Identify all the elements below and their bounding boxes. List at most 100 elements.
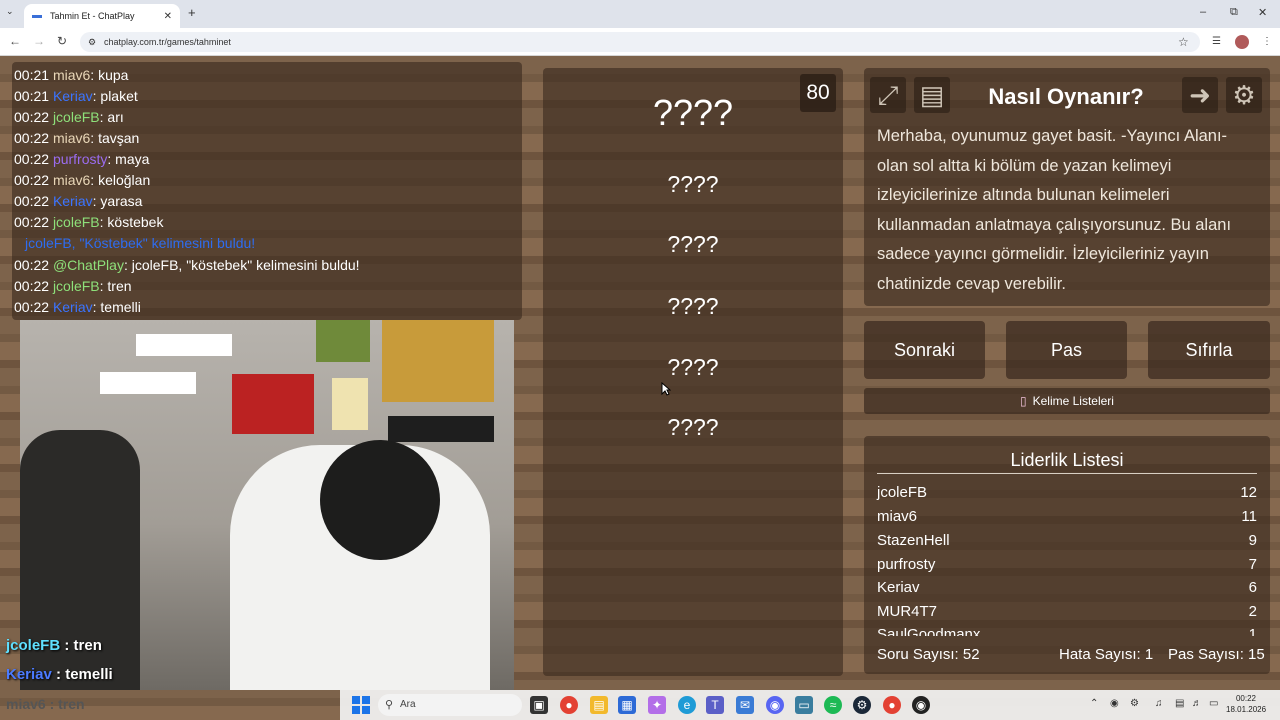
howto-text: Merhaba, oyunumuz gayet basit. -Yayıncı …	[877, 127, 1232, 293]
leaderboard-row: Keriav 6	[877, 579, 1257, 596]
forbidden-word: ????	[667, 293, 719, 319]
battery-icon[interactable]: ▭	[1209, 698, 1218, 709]
back-icon[interactable]: ←	[9, 35, 21, 47]
settings-gear-icon[interactable]: ⚙	[1226, 77, 1262, 113]
chrome-icon[interactable]: ●	[560, 696, 578, 714]
error-count: Hata Sayısı: 1	[1059, 646, 1154, 663]
word-lists-label: Kelime Listeleri	[1032, 394, 1114, 408]
forward-icon[interactable]: →	[33, 35, 45, 47]
forbidden-word: ????	[667, 354, 719, 380]
leaderboard-list: jcoleFB 12 miav6 11 StazenHell 9 purfrosty 7…	[864, 480, 1270, 636]
url-text: chatplay.com.tr/games/tahminet	[104, 37, 231, 47]
mouse-cursor-icon	[661, 382, 671, 396]
chrome-active-icon[interactable]: ●	[883, 696, 901, 714]
taskbar-clock[interactable]: 00:22 18.01.2026	[1226, 693, 1266, 715]
exit-icon[interactable]: ➜	[1182, 77, 1218, 113]
forbidden-word: ????	[667, 231, 719, 257]
chat-message: 00:22 Keriav: temelli	[14, 299, 141, 315]
notes-icon[interactable]: ▤	[914, 77, 950, 113]
leaderboard-divider	[877, 473, 1257, 474]
start-windows-icon[interactable]	[352, 696, 370, 714]
bookmark-star-icon[interactable]: ☆	[1178, 35, 1189, 49]
fullscreen-icon[interactable]: ⤢	[870, 77, 906, 113]
site-info-icon[interactable]: ⚙	[88, 32, 96, 52]
chat-message: 00:22 jcoleFB: arı	[14, 109, 124, 125]
chat-message: 00:21 miav6: kupa	[14, 67, 129, 83]
chat-message: 00:22 @ChatPlay: jcoleFB, "köstebek" kel…	[14, 257, 360, 273]
chat-message: 00:22 miav6: tavşan	[14, 130, 140, 146]
file-explorer-icon[interactable]: ▤	[590, 696, 608, 714]
secret-word: ????	[652, 92, 734, 133]
task-view-icon[interactable]: ▣	[530, 696, 548, 714]
close-tab-icon[interactable]: ✕	[164, 11, 172, 22]
volume-icon[interactable]: ♬	[1192, 698, 1202, 709]
webcam-poster	[382, 320, 494, 402]
pass-button[interactable]: Pas	[1006, 321, 1127, 379]
howto-title: Nasıl Oynanır?	[988, 84, 1144, 109]
maximize-icon[interactable]: ⧉	[1230, 6, 1238, 19]
chat-message: 00:22 purfrosty: maya	[14, 151, 150, 167]
outlook-icon[interactable]: ✉	[736, 696, 754, 714]
store-icon[interactable]: ▦	[618, 696, 636, 714]
webcam-feed	[20, 320, 514, 690]
teams-icon[interactable]: T	[706, 696, 724, 714]
tray-chevron-icon[interactable]: ⌃	[1090, 698, 1098, 709]
question-count: Soru Sayısı: 52	[877, 646, 980, 663]
pass-count: Pas Sayısı: 15	[1168, 646, 1265, 663]
chat-system-message: jcoleFB, "Köstebek" kelimesini buldu!	[25, 235, 256, 251]
search-icon: ⚲	[385, 699, 394, 711]
leaderboard-row: miav6 11	[877, 508, 1257, 525]
forbidden-word: ????	[667, 414, 719, 440]
reload-icon[interactable]: ↻	[57, 35, 67, 47]
discord-icon[interactable]: ◉	[766, 696, 784, 714]
taskbar-search[interactable]: ⚲ Ara	[378, 694, 522, 716]
reset-button[interactable]: Sıfırla	[1148, 321, 1270, 379]
webcam-chat-overlay: miav6 : tren	[6, 696, 85, 712]
edge-icon[interactable]: e	[678, 696, 696, 714]
address-bar-row: ← → ↻ ⚙ chatplay.com.tr/games/tahminet ☆…	[0, 28, 1280, 56]
chatplay-favicon-icon: ▬	[32, 10, 42, 21]
spotify-icon[interactable]: ≈	[824, 696, 842, 714]
tab-search-icon[interactable]: ⌄	[6, 6, 14, 17]
webcam-chat-overlay: Keriav : temelli	[6, 666, 113, 683]
chat-message: 00:22 Keriav: yarasa	[14, 193, 143, 209]
webcam-poster	[232, 374, 314, 434]
next-button[interactable]: Sonraki	[864, 321, 985, 379]
leaderboard-row: purfrosty 7	[877, 556, 1257, 573]
tab-title: Tahmin Et - ChatPlay	[50, 11, 135, 21]
menu-dots-icon[interactable]: ⋮	[1262, 36, 1272, 47]
minimize-icon[interactable]: –	[1200, 6, 1206, 18]
word-lists-button[interactable]: ▯ Kelime Listeleri	[864, 388, 1270, 414]
leaderboard-row: StazenHell 9	[877, 532, 1257, 549]
steam-icon[interactable]: ⚙	[853, 696, 871, 714]
desktop-app-icon[interactable]: ▭	[795, 696, 813, 714]
forbidden-word: ????	[667, 171, 719, 197]
leaderboard-row: MUR4T7 2	[877, 603, 1257, 620]
copilot-icon[interactable]: ✦	[648, 696, 666, 714]
list-icon: ▯	[1020, 394, 1027, 408]
tray-app-icon[interactable]: ◉	[1110, 698, 1119, 709]
webcam-poster	[100, 372, 196, 394]
clock-time: 00:22	[1235, 694, 1257, 703]
microphone-icon[interactable]: ♫	[1155, 698, 1163, 709]
webcam-chat-overlay: jcoleFB : tren	[6, 637, 102, 654]
extensions-icon[interactable]: ☰	[1212, 36, 1221, 47]
tray-steam-icon[interactable]: ⚙	[1130, 698, 1139, 709]
webcam-poster	[136, 334, 232, 356]
leaderboard-title: Liderlik Listesi	[1010, 450, 1124, 470]
chat-message: 00:21 Keriav: plaket	[14, 88, 138, 104]
chat-message: 00:22 miav6: keloğlan	[14, 172, 151, 188]
webcam-poster	[332, 378, 368, 430]
browser-tab[interactable]: ▬ Tahmin Et - ChatPlay ✕	[24, 4, 180, 28]
close-window-icon[interactable]: ✕	[1258, 6, 1267, 19]
tab-bar: ⌄ ▬ Tahmin Et - ChatPlay ✕ + – ⧉ ✕	[0, 0, 1280, 28]
network-icon[interactable]: ▤	[1175, 698, 1184, 709]
chat-message: 00:22 jcoleFB: tren	[14, 278, 132, 294]
new-tab-icon[interactable]: +	[188, 6, 196, 19]
leaderboard-row: jcoleFB 12	[877, 484, 1257, 501]
obs-icon[interactable]: ◉	[912, 696, 930, 714]
chat-message: 00:22 jcoleFB: köstebek	[14, 214, 164, 230]
profile-avatar[interactable]	[1235, 35, 1249, 49]
leaderboard-row: SaulGoodmanx 1	[877, 626, 1257, 636]
url-field[interactable]: ⚙ chatplay.com.tr/games/tahminet	[80, 32, 1200, 52]
